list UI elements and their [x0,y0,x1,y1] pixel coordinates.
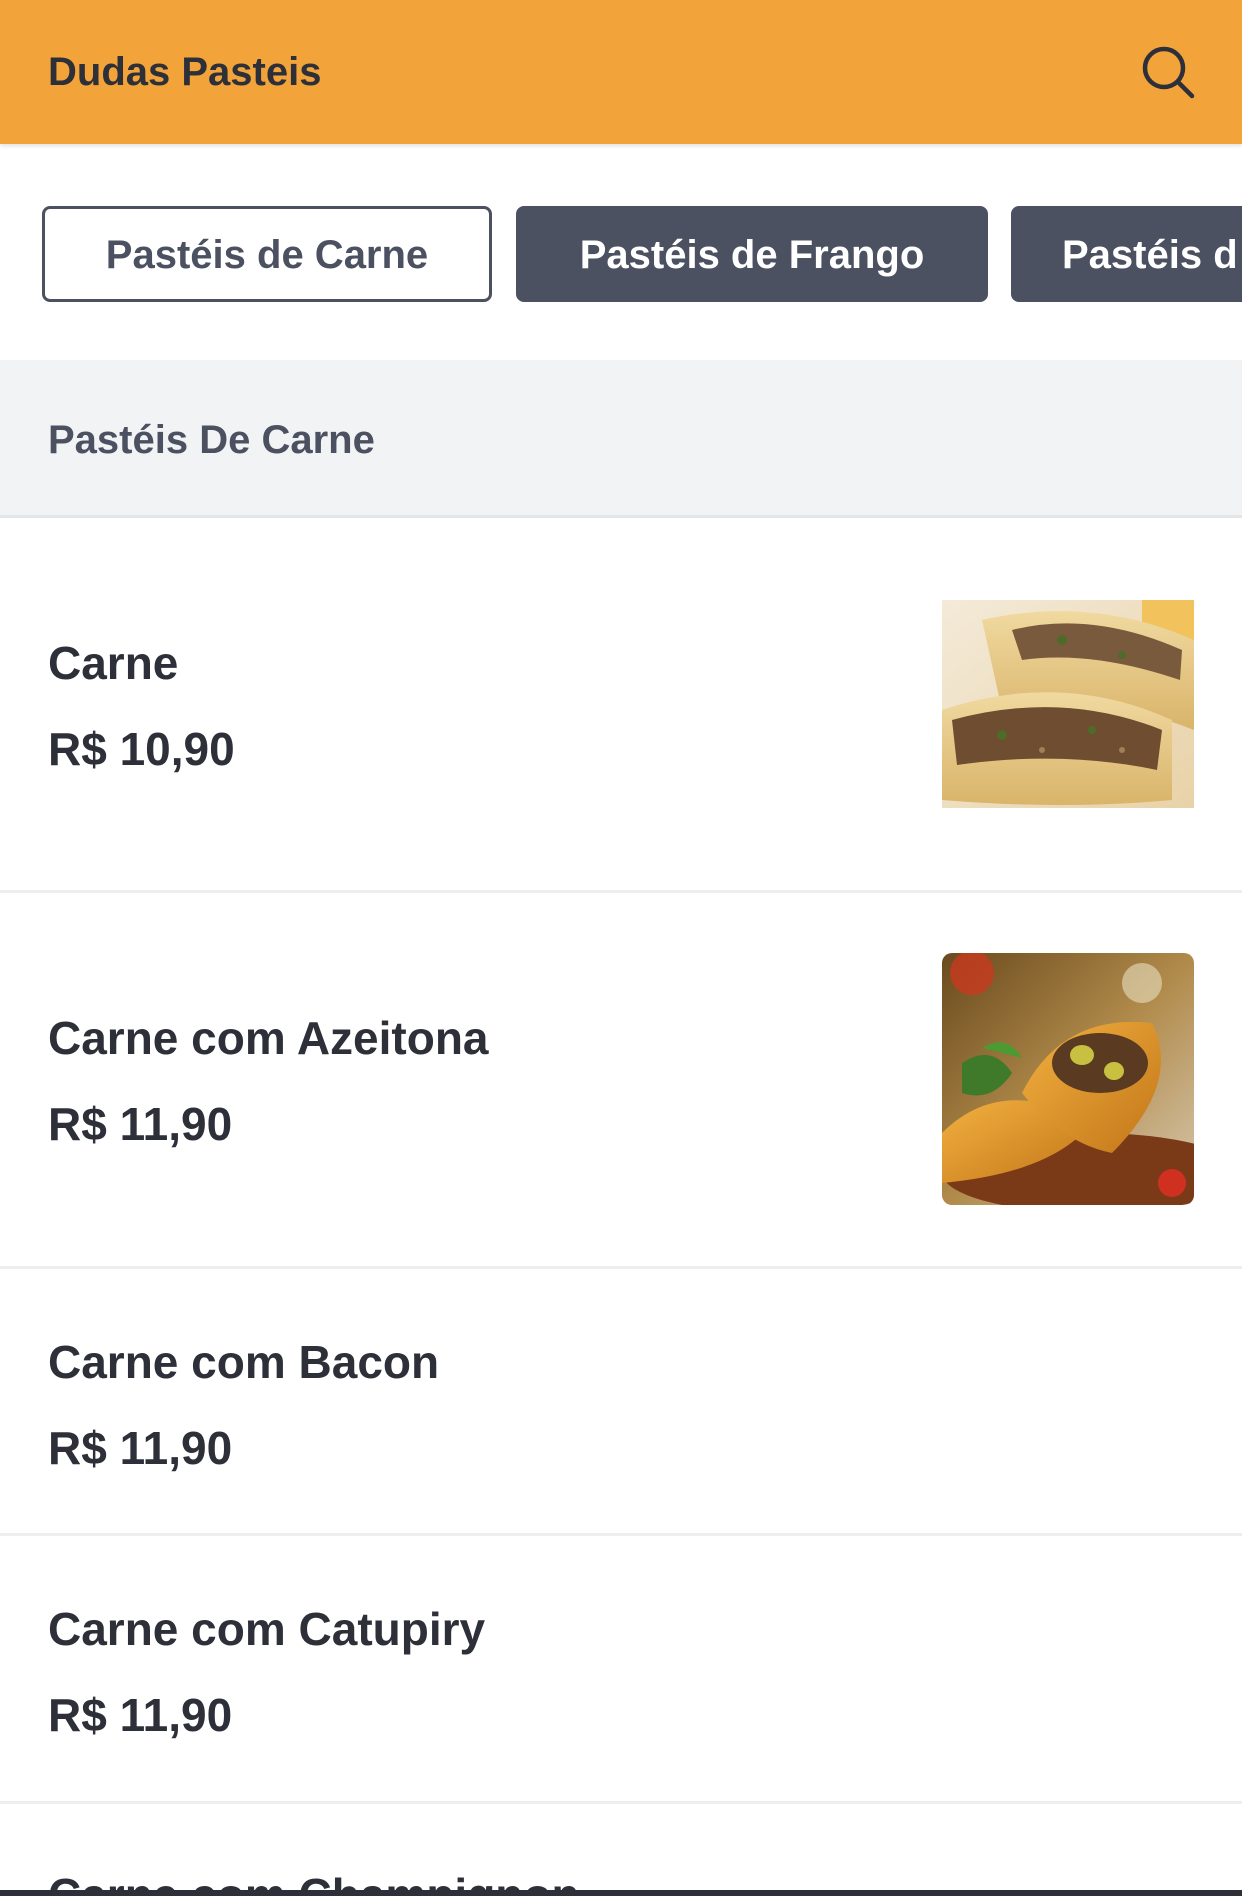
item-price: R$ 11,90 [48,1422,233,1474]
menu-item-carne-com-catupiry[interactable]: Carne com Catupiry R$ 11,90 [0,1536,1242,1804]
item-price: R$ 11,90 [48,1098,233,1150]
pastel-carne-azeitona-photo [942,953,1194,1205]
menu-item-carne-com-azeitona[interactable]: Carne com Azeitona R$ 11,90 [0,893,1242,1269]
section-header: Pastéis De Carne [0,360,1242,518]
pastel-carne-photo [942,600,1194,808]
section-title: Pastéis De Carne [48,418,375,462]
menu-item-carne-com-bacon[interactable]: Carne com Bacon R$ 11,90 [0,1269,1242,1536]
category-tabs: Pastéis de Carne Pastéis de Frango Pasté… [0,144,1242,360]
search-icon[interactable] [1140,44,1196,100]
item-name: Carne [48,637,179,689]
bottom-edge-divider [0,1890,1242,1896]
item-name: Carne com Azeitona [48,1012,489,1064]
menu-item-carne-com-champignon[interactable]: Carne com Champignon [0,1804,1242,1896]
item-name: Carne com Catupiry [48,1603,486,1655]
tab-pasteis-de-frango[interactable]: Pastéis de Frango [516,206,988,302]
tab-pasteis-partial[interactable]: Pastéis d [1011,206,1242,302]
app-header: Dudas Pasteis [0,0,1242,144]
menu-item-carne[interactable]: Carne R$ 10,90 [0,518,1242,893]
item-price: R$ 11,90 [48,1689,233,1741]
store-title: Dudas Pasteis [48,50,322,94]
item-name: Carne com Bacon [48,1336,440,1388]
tab-pasteis-de-carne[interactable]: Pastéis de Carne [42,206,492,302]
item-price: R$ 10,90 [48,723,235,775]
